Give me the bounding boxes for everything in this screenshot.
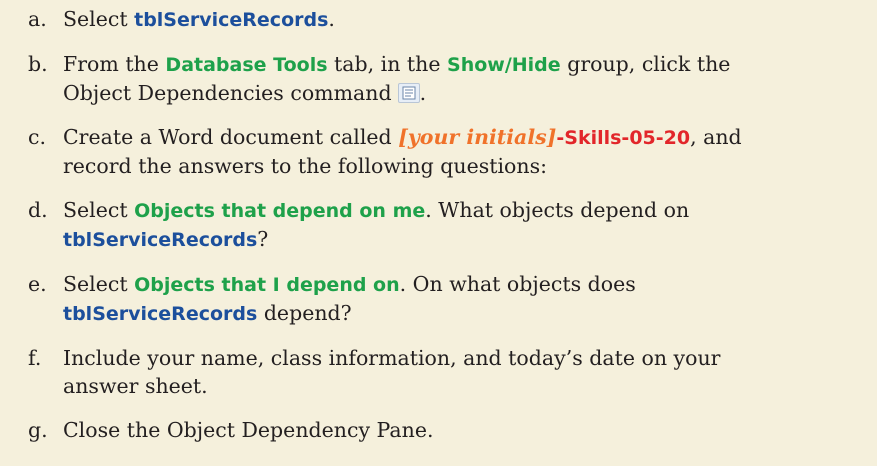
table-name: tblServiceRecords: [63, 303, 258, 325]
table-name: tblServiceRecords: [63, 229, 258, 251]
step-f: f. Include your name, class information,…: [28, 344, 877, 400]
step-e: e. Select Objects that I depend on. On w…: [28, 270, 877, 328]
step-text: Object Dependencies command: [63, 81, 392, 105]
step-text: answer sheet.: [63, 374, 208, 398]
ribbon-tab-label: Database Tools: [165, 54, 328, 76]
step-text: .: [328, 7, 335, 31]
step-text: Select: [63, 198, 135, 222]
step-text: Close the Object Dependency Pane.: [63, 418, 434, 442]
step-text: depend?: [257, 301, 352, 325]
step-text: Include your name, class information, an…: [63, 346, 721, 370]
step-text: . What objects depend on: [425, 198, 690, 222]
ribbon-group-label: Show/Hide: [447, 54, 561, 76]
step-text: tab, in the: [327, 52, 448, 76]
step-marker: e.: [28, 272, 47, 296]
step-g: g. Close the Object Dependency Pane.: [28, 416, 877, 444]
step-d: d. Select Objects that depend on me. Wha…: [28, 196, 877, 254]
initials-placeholder: [your initials]: [398, 125, 557, 149]
step-text: .: [419, 81, 427, 105]
dependency-option-label: Objects that I depend on: [134, 274, 400, 296]
step-b: b. From the Database Tools tab, in the S…: [28, 50, 877, 107]
step-text: Create a Word document called: [63, 125, 399, 149]
filename-suffix: -Skills-05-20: [556, 127, 691, 149]
table-name: tblServiceRecords: [134, 9, 329, 31]
step-text: ?: [257, 227, 269, 251]
instruction-page: a. Select tblServiceRecords. b. From the…: [0, 0, 877, 466]
step-text: . On what objects does: [399, 272, 636, 296]
step-marker: g.: [28, 418, 48, 442]
step-a: a. Select tblServiceRecords.: [28, 5, 877, 34]
step-marker: f.: [28, 346, 42, 370]
step-marker: a.: [28, 7, 47, 31]
step-text: Select: [63, 272, 135, 296]
step-text: group, click the: [560, 52, 731, 76]
step-marker: c.: [28, 125, 46, 149]
step-c: c. Create a Word document called [your i…: [28, 123, 877, 180]
step-text: record the answers to the following ques…: [63, 154, 548, 178]
object-dependencies-icon: [397, 83, 420, 103]
step-text: Select: [63, 7, 135, 31]
step-marker: b.: [28, 52, 48, 76]
dependency-option-label: Objects that depend on me: [134, 200, 426, 222]
step-marker: d.: [28, 198, 48, 222]
step-text: , and: [690, 125, 742, 149]
step-text: From the: [63, 52, 166, 76]
step-list: a. Select tblServiceRecords. b. From the…: [28, 5, 877, 444]
